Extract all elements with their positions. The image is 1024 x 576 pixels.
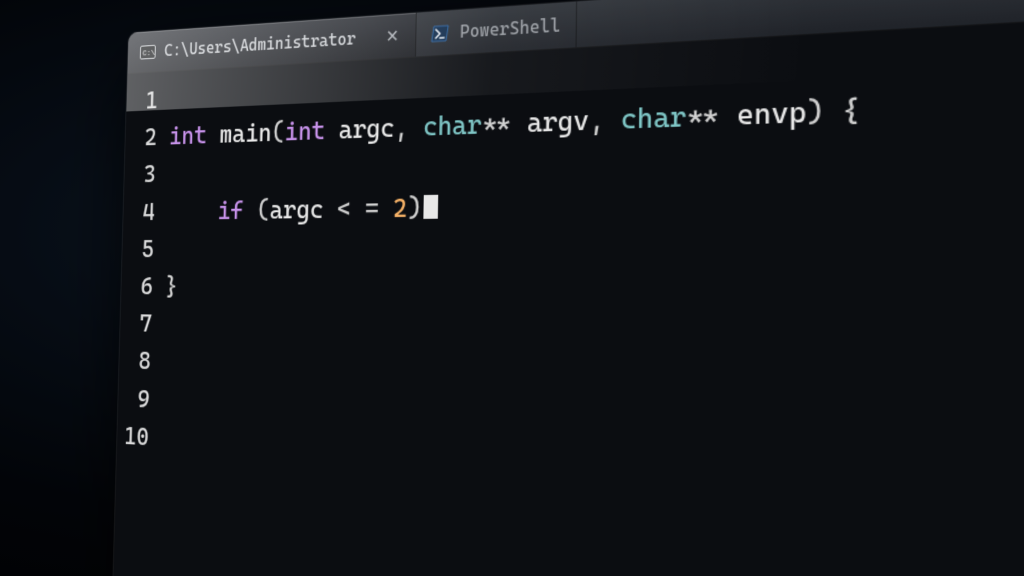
cmd-icon: C:\ xyxy=(140,44,156,59)
code-line-3: } xyxy=(165,268,1024,324)
tab-close-button[interactable]: ✕ xyxy=(383,26,401,46)
text-cursor xyxy=(424,194,439,218)
line-number: 2 xyxy=(125,119,157,157)
keyword-int: int xyxy=(284,116,325,147)
tab-label: C:\Users\Administrator xyxy=(164,28,356,60)
terminal-window: C:\ C:\Users\Administrator ✕ PowerShell xyxy=(111,0,1024,576)
code-line-1: int main(int argc, char** argv, char** e… xyxy=(169,63,1024,156)
tab-powershell[interactable]: PowerShell xyxy=(416,1,577,56)
line-number: 1 xyxy=(126,82,158,120)
keyword-if: if xyxy=(217,196,244,225)
editor-area[interactable]: 1 2 3 4 5 6 7 8 9 10 int main(int argc, … xyxy=(111,0,1024,576)
identifier-argv: argv xyxy=(527,105,589,139)
line-number: 6 xyxy=(121,268,153,306)
powershell-icon xyxy=(431,25,450,41)
code-content[interactable]: int main(int argc, char** argv, char** e… xyxy=(150,0,1024,576)
type-char: char xyxy=(621,101,687,136)
function-main: main xyxy=(219,118,272,149)
line-number: 3 xyxy=(124,156,156,194)
tab-label: PowerShell xyxy=(460,15,561,42)
line-number: 5 xyxy=(122,231,154,268)
svg-text:C:\: C:\ xyxy=(142,49,155,58)
identifier-argc: argc xyxy=(269,194,323,224)
line-number: 8 xyxy=(119,342,151,380)
code-line-2: if (argc < = 2) xyxy=(167,167,1024,230)
line-number: 9 xyxy=(118,380,150,419)
identifier-argc: argc xyxy=(338,113,394,145)
keyword-int: int xyxy=(169,121,207,151)
type-char: char xyxy=(423,110,482,143)
line-number: 4 xyxy=(123,193,155,231)
line-number: 7 xyxy=(120,305,152,343)
line-number: 10 xyxy=(117,417,149,456)
number-literal: 2 xyxy=(393,193,408,223)
identifier-envp: envp xyxy=(737,96,807,132)
